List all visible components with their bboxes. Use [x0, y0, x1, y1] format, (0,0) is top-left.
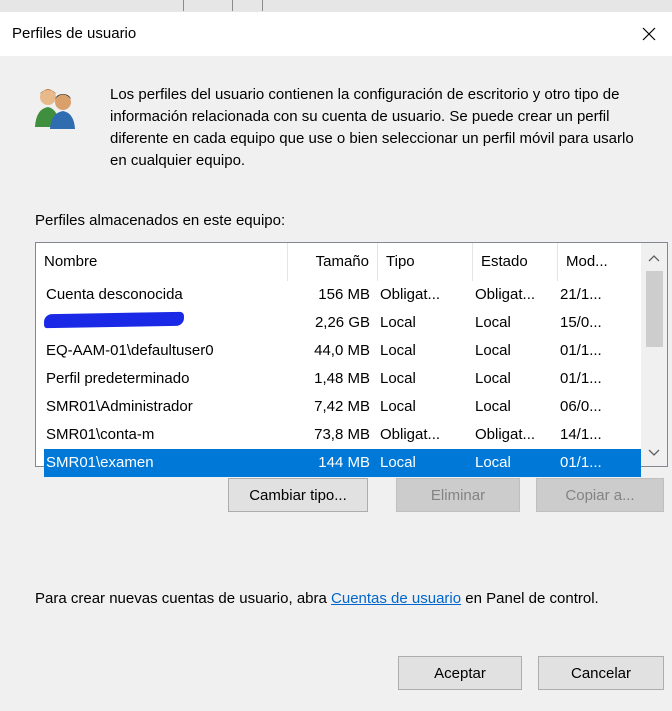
change-type-button[interactable]: Cambiar tipo... — [228, 478, 368, 512]
cell-nombre: Cuenta desconocida — [46, 286, 183, 303]
cell-estado: Local — [475, 314, 511, 331]
cell-tamano: 73,8 MB — [314, 426, 370, 443]
column-header-tamano[interactable]: Tamaño — [288, 243, 378, 281]
cell-tamano: 2,26 GB — [314, 314, 370, 331]
redaction-mark — [43, 311, 185, 329]
vertical-scrollbar[interactable] — [641, 243, 667, 466]
table-row[interactable]: EQ-AAM-01\defaultuser0 44,0 MB Local Loc… — [44, 337, 641, 365]
table-row[interactable]: SMR01\conta-m 73,8 MB Obligat... Obligat… — [44, 421, 641, 449]
column-header-tipo[interactable]: Tipo — [378, 243, 473, 281]
cell-modificado: 01/1... — [560, 454, 602, 471]
cell-nombre: SMR01\conta-m — [46, 426, 155, 443]
cell-tipo: Local — [380, 314, 416, 331]
cell-estado: Local — [475, 398, 511, 415]
column-header-modificado[interactable]: Mod... — [558, 243, 641, 281]
column-header-estado[interactable]: Estado — [473, 243, 558, 281]
cell-modificado: 21/1... — [560, 286, 602, 303]
cell-tipo: Local — [380, 398, 416, 415]
cell-estado: Obligat... — [475, 426, 536, 443]
scroll-down-button[interactable] — [641, 440, 667, 466]
cell-tamano: 44,0 MB — [314, 342, 370, 359]
table-row-selected[interactable]: SMR01\examen 144 MB Local Local 01/1... — [44, 449, 641, 477]
table-row[interactable]: Perfil predeterminado 1,48 MB Local Loca… — [44, 365, 641, 393]
cell-tipo: Local — [380, 342, 416, 359]
cell-estado: Local — [475, 342, 511, 359]
copy-to-button[interactable]: Copiar a... — [536, 478, 664, 512]
delete-button[interactable]: Eliminar — [396, 478, 520, 512]
cell-tipo: Local — [380, 454, 416, 471]
cancel-button[interactable]: Cancelar — [538, 656, 664, 690]
cell-tamano: 1,48 MB — [314, 370, 370, 387]
cell-tipo: Local — [380, 370, 416, 387]
cell-tamano: 144 MB — [318, 454, 370, 471]
cell-tipo: Obligat... — [380, 286, 441, 303]
cell-estado: Local — [475, 454, 511, 471]
help-text-after: en Panel de control. — [461, 590, 599, 607]
title-bar: Perfiles de usuario — [0, 12, 672, 56]
background-divider — [232, 0, 233, 11]
accept-button[interactable]: Aceptar — [398, 656, 522, 690]
dialog-description: Los perfiles del usuario contienen la co… — [110, 86, 634, 169]
cell-estado: Local — [475, 370, 511, 387]
background-divider — [262, 0, 263, 11]
cell-estado: Obligat... — [475, 286, 536, 303]
cell-tipo: Obligat... — [380, 426, 441, 443]
cell-modificado: 14/1... — [560, 426, 602, 443]
profiles-list[interactable]: Nombre Tamaño Tipo Estado Mod... Cuenta … — [35, 242, 668, 477]
cell-nombre: SMR01\examen — [46, 454, 154, 471]
column-header-nombre[interactable]: Nombre — [36, 243, 288, 281]
user-accounts-link[interactable]: Cuentas de usuario — [331, 590, 461, 607]
cell-modificado: 06/0... — [560, 398, 602, 415]
help-text-before: Para crear nuevas cuentas de usuario, ab… — [35, 590, 332, 607]
scroll-up-button[interactable] — [641, 245, 667, 271]
cell-tamano: 7,42 MB — [314, 398, 370, 415]
list-header: Nombre Tamaño Tipo Estado Mod... — [36, 243, 641, 281]
close-button[interactable] — [626, 12, 672, 56]
table-row[interactable]: SMR01\Administrador 7,42 MB Local Local … — [44, 393, 641, 421]
chevron-up-icon — [648, 255, 660, 262]
cell-modificado: 01/1... — [560, 370, 602, 387]
cell-tamano: 156 MB — [318, 286, 370, 303]
list-rows: Cuenta desconocida 156 MB Obligat... Obl… — [36, 281, 641, 477]
close-icon — [642, 27, 656, 41]
dialog-title: Perfiles de usuario — [12, 25, 137, 42]
cell-nombre: EQ-AAM-01\defaultuser0 — [46, 342, 214, 359]
table-row[interactable]: Cuenta desconocida 156 MB Obligat... Obl… — [44, 281, 641, 309]
help-text: Para crear nuevas cuentas de usuario, ab… — [35, 588, 635, 610]
users-icon — [35, 89, 75, 129]
background-divider — [183, 0, 184, 11]
scroll-thumb[interactable] — [646, 271, 663, 347]
cell-nombre: SMR01\Administrador — [46, 398, 193, 415]
cell-nombre: Perfil predeterminado — [46, 370, 190, 387]
profiles-label: Perfiles almacenados en este equipo: — [35, 212, 286, 229]
chevron-down-icon — [648, 449, 660, 456]
cell-modificado: 01/1... — [560, 342, 602, 359]
cell-modificado: 15/0... — [560, 314, 602, 331]
